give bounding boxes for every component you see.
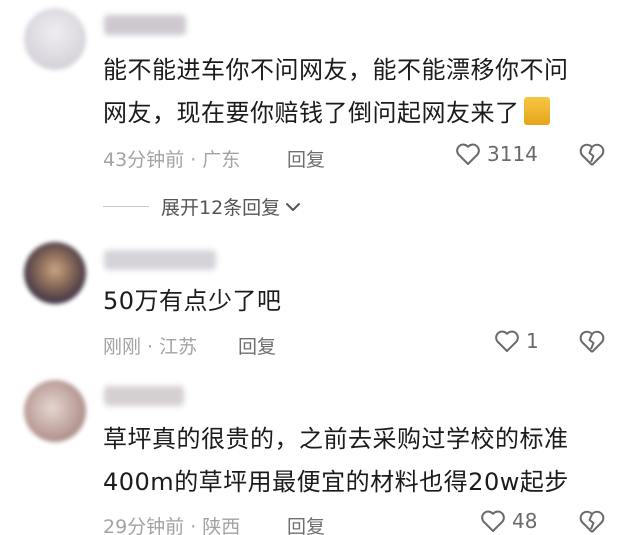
reply-button[interactable]: 回复 [287,145,325,172]
comment-meta: 刚刚 · 江苏 [103,332,197,359]
comment-location: 广东 [202,149,241,171]
comment-time: 43分钟前 [103,149,185,171]
separator: · [147,336,154,358]
comment-line: 草坪真的很贵的，之前去采购过学校的标准 [103,425,569,453]
dislike-button[interactable] [578,509,606,535]
comment-text: 50万有点少了吧 [103,280,623,323]
comment-time: 刚刚 [103,336,142,358]
comment-location: 江苏 [159,336,198,358]
chevron-down-icon [286,202,301,211]
comment-line: 400m的草坪用最便宜的材料也得20w起步 [103,468,569,496]
comment-line: 网友，现在要你赔钱了倒问起网友来了 [103,92,623,135]
heart-outline-icon [481,510,505,532]
like-button[interactable]: 1 [494,329,539,353]
broken-heart-icon [579,330,605,353]
reply-button[interactable]: 回复 [287,512,325,535]
like-button[interactable]: 48 [480,509,537,533]
like-count: 3114 [487,142,538,166]
dislike-button[interactable] [578,329,606,359]
username-blurred[interactable] [104,15,186,35]
comment-text: 草坪真的很贵的，之前去采购过学校的标准 400m的草坪用最便宜的材料也得20w起… [103,418,623,504]
avatar[interactable] [24,380,86,442]
divider-line [103,206,149,207]
username-blurred[interactable] [104,250,216,270]
expand-replies[interactable]: 展开12条回复 [103,193,302,220]
avatar[interactable] [24,8,86,70]
dislike-button[interactable] [578,142,606,172]
comment-meta: 29分钟前 · 陕西 [103,512,240,535]
heart-outline-icon [456,143,480,165]
comment-time: 29分钟前 [103,516,185,535]
separator: · [190,149,197,171]
comment-line: 能不能进车你不问网友，能不能漂移你不问 [103,56,569,84]
reply-button[interactable]: 回复 [238,332,276,359]
broken-heart-icon [579,143,605,166]
like-count: 1 [526,329,539,353]
comment-line: 50万有点少了吧 [103,287,282,315]
broken-heart-icon [579,510,605,533]
username-blurred[interactable] [104,386,184,406]
expand-label: 展开12条回复 [161,197,281,219]
comment-text: 能不能进车你不问网友，能不能漂移你不问 网友，现在要你赔钱了倒问起网友来了 [103,49,623,135]
heart-outline-icon [495,330,519,352]
avatar[interactable] [24,242,86,304]
like-button[interactable]: 3114 [455,142,538,166]
cat-emoji-icon [523,97,550,125]
separator: · [190,516,197,535]
like-count: 48 [512,509,538,533]
comment-location: 陕西 [202,516,241,535]
comment-meta: 43分钟前 · 广东 [103,145,240,172]
